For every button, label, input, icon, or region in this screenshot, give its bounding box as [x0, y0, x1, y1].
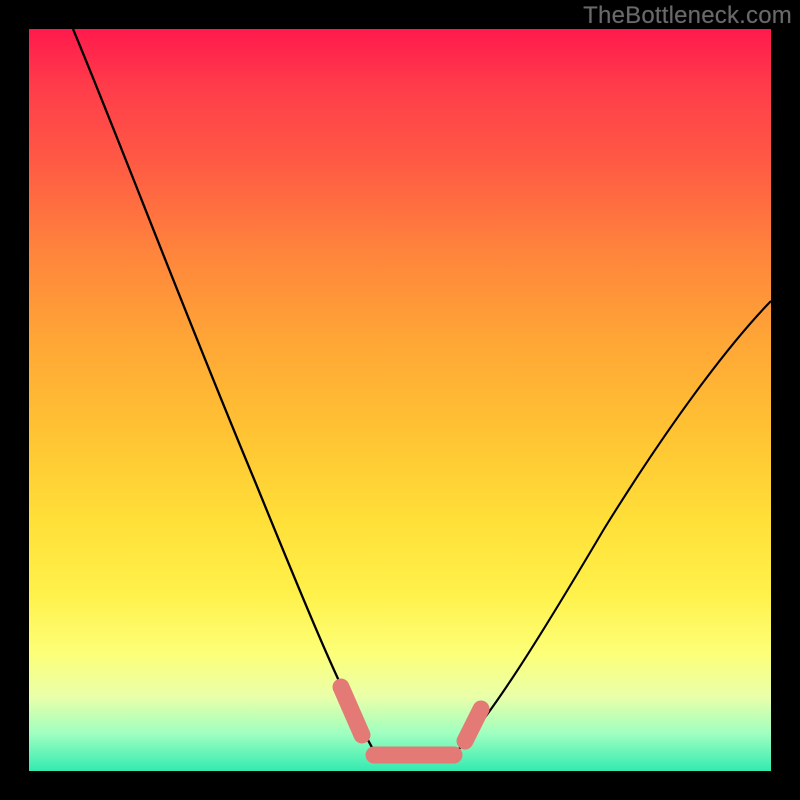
highlight-marker [29, 29, 771, 771]
watermark-text: TheBottleneck.com [583, 2, 792, 30]
marker-seg-left [341, 687, 362, 735]
marker-seg-right [465, 709, 481, 741]
chart-plot-area [29, 29, 771, 771]
